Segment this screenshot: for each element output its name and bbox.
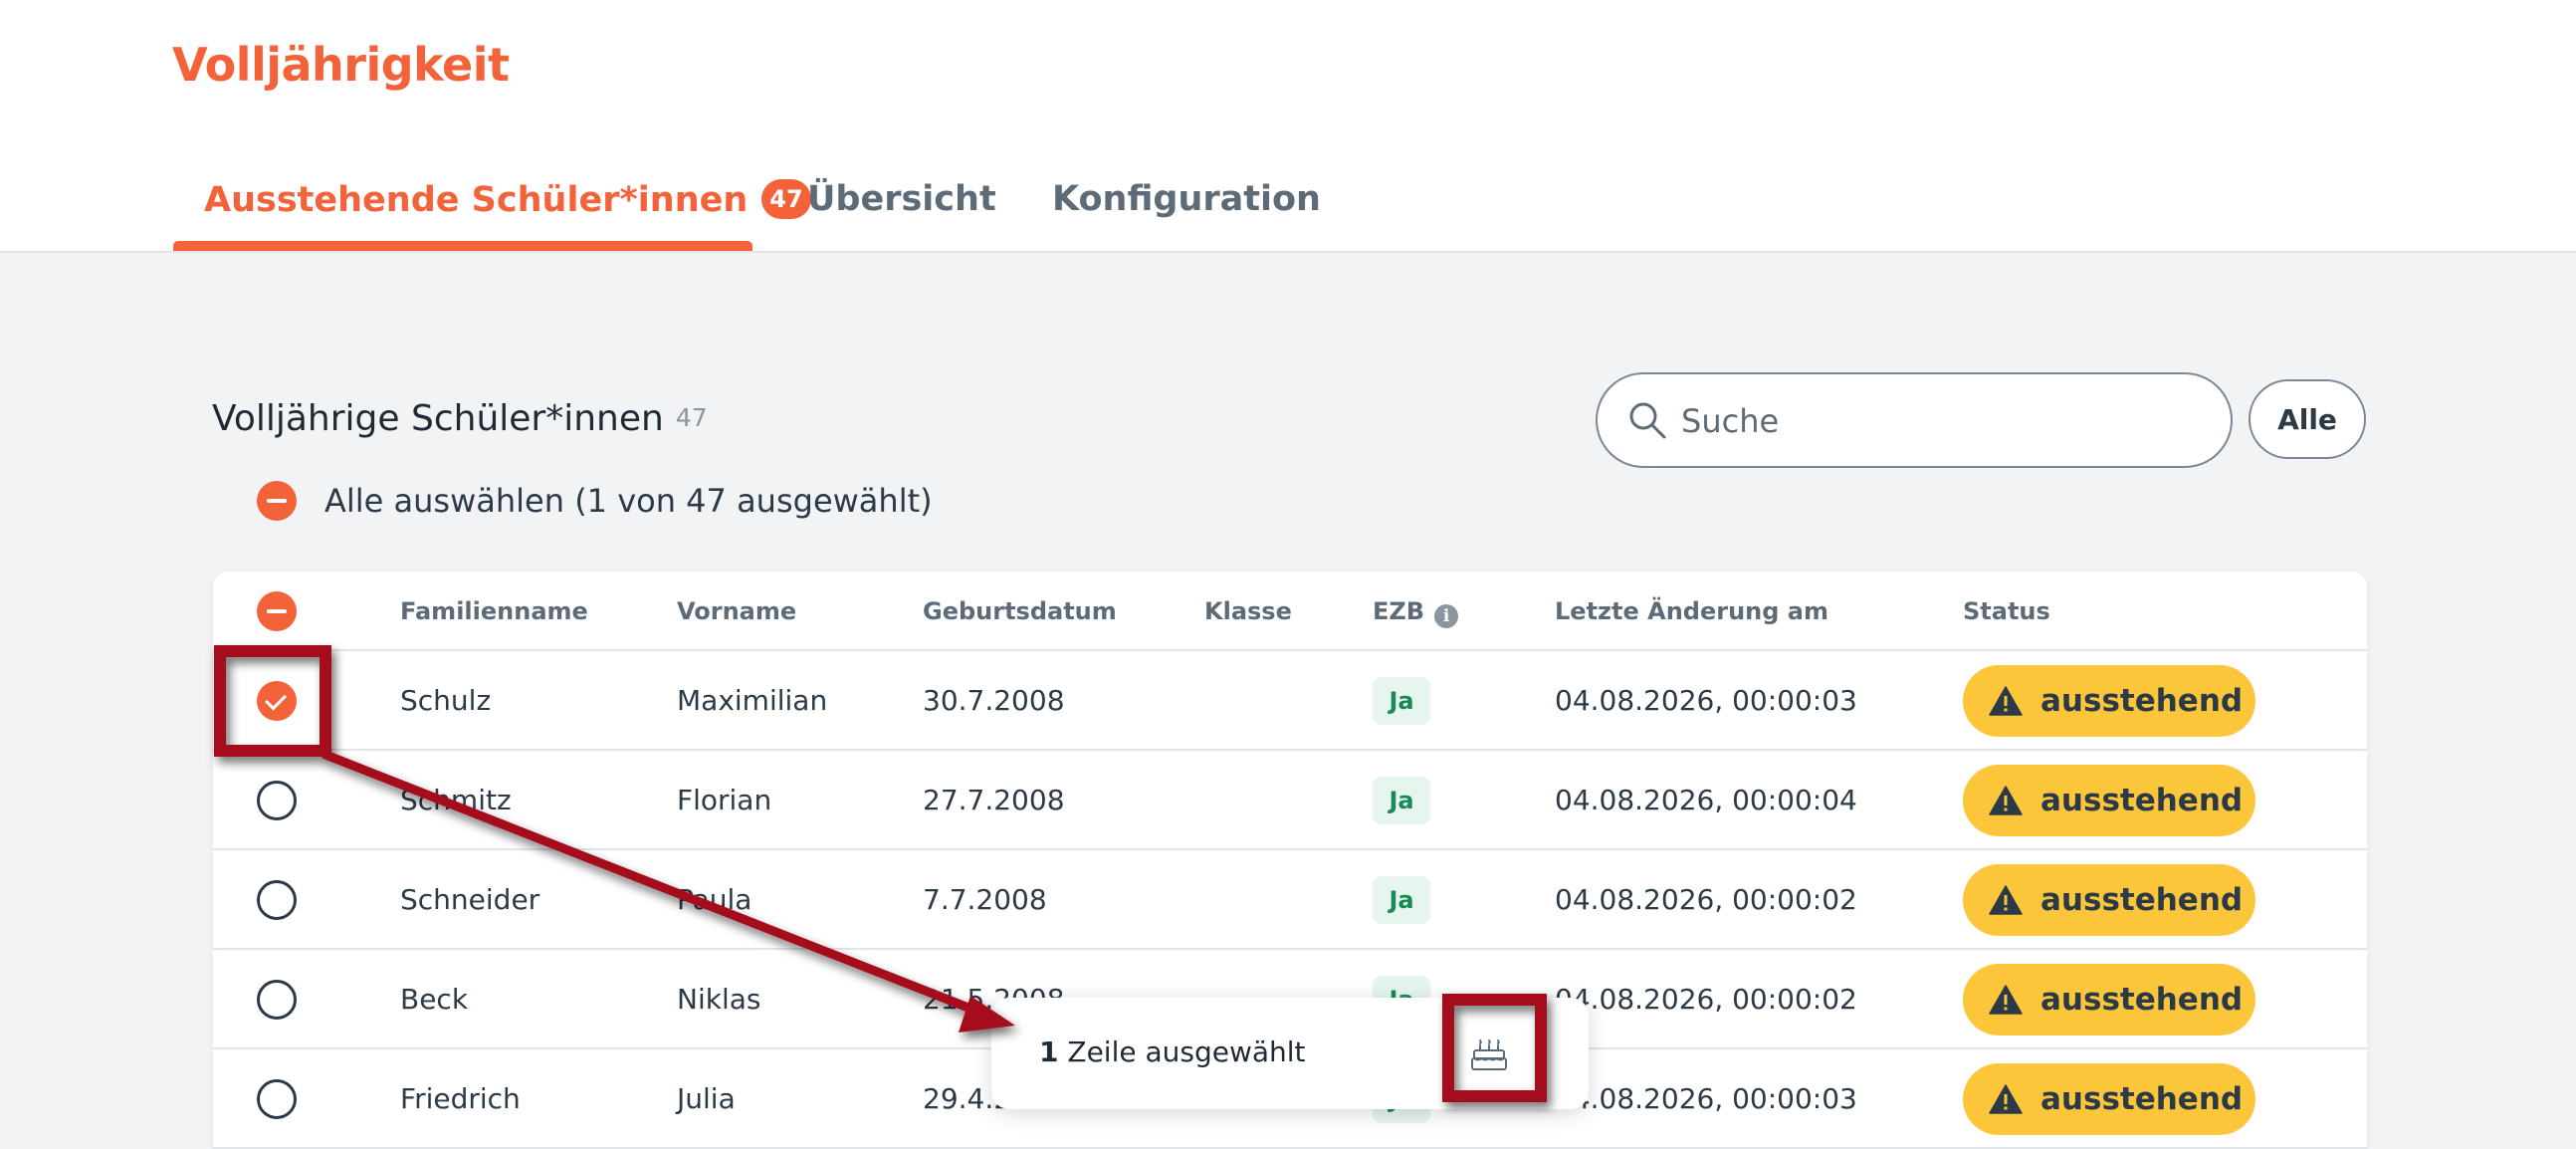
cell-familienname: Schneider (400, 883, 540, 916)
row-checkbox[interactable] (257, 1079, 297, 1119)
header-geburtsdatum[interactable]: Geburtsdatum (923, 597, 1117, 625)
cell-familienname: Beck (400, 983, 469, 1016)
row-checkbox[interactable] (257, 880, 297, 920)
selection-label: Zeile ausgewählt (1067, 1035, 1306, 1068)
cell-vorname: Niklas (677, 983, 761, 1016)
cell-letzte-aenderung: 04.08.2026, 00:00:02 (1555, 983, 1857, 1016)
row-checkbox[interactable] (257, 781, 297, 820)
ezb-badge: Ja (1373, 876, 1430, 924)
status-label: ausstehend (2040, 982, 2244, 1018)
warning-icon (1989, 985, 2023, 1015)
ezb-badge: Ja (1373, 777, 1430, 824)
birthday-cake-icon (1471, 1039, 1507, 1070)
status-badge: ausstehend (1963, 665, 2255, 737)
cell-familienname: Schmitz (400, 784, 512, 816)
search-icon (1629, 402, 1666, 439)
active-tab-indicator (173, 241, 752, 251)
table-row[interactable]: Schneider Paula 7.7.2008 Ja 04.08.2026, … (213, 850, 2367, 950)
header-vorname[interactable]: Vorname (677, 597, 796, 625)
tab-label: Ausstehende Schüler*innen (204, 180, 749, 220)
section-title: Volljährige Schüler*innen 47 (212, 398, 708, 439)
page-header: Volljährigkeit Ausstehende Schüler*innen… (0, 0, 2576, 253)
cell-vorname: Julia (677, 1082, 736, 1115)
section-count: 47 (675, 403, 708, 432)
selection-status: 1 Zeile ausgewählt (1039, 1035, 1306, 1068)
status-label: ausstehend (2040, 1081, 2244, 1117)
cell-letzte-aenderung: 04.08.2026, 00:00:03 (1555, 1082, 1857, 1115)
tab-uebersicht[interactable]: Übersicht (807, 179, 996, 219)
tab-konfiguration[interactable]: Konfiguration (1052, 179, 1321, 219)
cell-letzte-aenderung: 04.08.2026, 00:00:03 (1555, 684, 1857, 717)
table-header: Familienname Vorname Geburtsdatum Klasse… (213, 572, 2367, 651)
cell-letzte-aenderung: 04.08.2026, 00:00:02 (1555, 883, 1857, 916)
warning-icon (1989, 786, 2023, 815)
cell-familienname: Schulz (400, 684, 492, 717)
warning-icon (1989, 1084, 2023, 1114)
warning-icon (1989, 885, 2023, 915)
cell-geburtsdatum: 7.7.2008 (923, 883, 1047, 916)
tab-ausstehende-schueler[interactable]: Ausstehende Schüler*innen 47 (204, 179, 811, 220)
status-badge: ausstehend (1963, 864, 2255, 936)
table-row[interactable]: Schmitz Florian 27.7.2008 Ja 04.08.2026,… (213, 751, 2367, 850)
cell-vorname: Paula (677, 883, 752, 916)
row-checkbox[interactable] (257, 980, 297, 1020)
cell-vorname: Florian (677, 784, 772, 816)
status-label: ausstehend (2040, 783, 2244, 818)
cell-vorname: Maximilian (677, 684, 828, 717)
header-familienname[interactable]: Familienname (400, 597, 588, 625)
selection-action-bar: 1 Zeile ausgewählt (991, 998, 1589, 1109)
header-ezb[interactable]: EZB i (1373, 597, 1459, 628)
page-title: Volljährigkeit (172, 38, 510, 92)
tab-count-badge: 47 (761, 179, 811, 219)
table-row[interactable]: Schulz Maximilian 30.7.2008 Ja 04.08.202… (213, 651, 2367, 751)
search-input[interactable] (1681, 396, 2199, 446)
birthday-action-button[interactable] (1461, 1028, 1517, 1083)
status-label: ausstehend (2040, 882, 2244, 918)
status-label: ausstehend (2040, 683, 2244, 719)
select-all-label: Alle auswählen (1 von 47 ausgewählt) (324, 482, 933, 520)
selection-count: 1 (1039, 1035, 1059, 1068)
section-title-text: Volljährige Schüler*innen (212, 398, 664, 439)
status-badge: ausstehend (1963, 1063, 2255, 1135)
filter-all-button[interactable]: Alle (2249, 379, 2366, 459)
select-all-checkbox[interactable] (257, 481, 297, 521)
header-letzte-aenderung[interactable]: Letzte Änderung am (1555, 597, 1828, 625)
ezb-badge: Ja (1373, 677, 1430, 725)
header-klasse[interactable]: Klasse (1204, 597, 1292, 625)
cell-familienname: Friedrich (400, 1082, 521, 1115)
cell-geburtsdatum: 30.7.2008 (923, 684, 1065, 717)
info-icon[interactable]: i (1434, 604, 1459, 628)
header-select-checkbox[interactable] (257, 591, 297, 631)
select-all-row[interactable]: Alle auswählen (1 von 47 ausgewählt) (257, 479, 933, 523)
search-box[interactable] (1596, 372, 2233, 468)
cell-geburtsdatum: 27.7.2008 (923, 784, 1065, 816)
header-ezb-label: EZB (1373, 597, 1425, 625)
status-badge: ausstehend (1963, 765, 2255, 836)
row-checkbox[interactable] (257, 681, 297, 721)
status-badge: ausstehend (1963, 964, 2255, 1035)
warning-icon (1989, 686, 2023, 716)
header-status[interactable]: Status (1963, 597, 2050, 625)
cell-letzte-aenderung: 04.08.2026, 00:00:04 (1555, 784, 1857, 816)
